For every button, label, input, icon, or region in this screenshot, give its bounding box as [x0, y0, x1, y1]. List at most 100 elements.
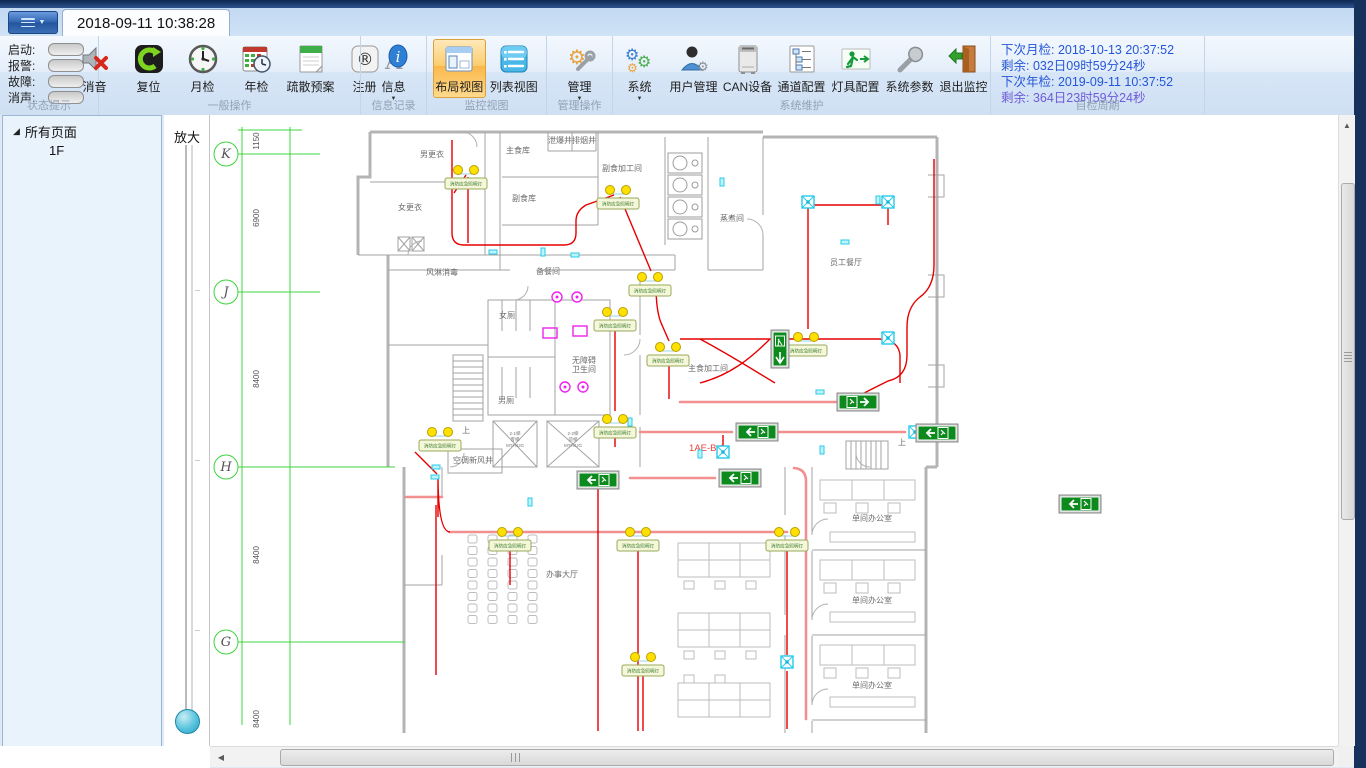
annual-check-button[interactable]: 年检: [231, 39, 283, 98]
group-label: 自检周期: [991, 97, 1204, 113]
emergency-lamp[interactable]: 消防应急照明灯: [647, 343, 689, 367]
ceiling-light[interactable]: [802, 196, 814, 208]
vertical-scroll-thumb[interactable]: [1341, 183, 1355, 520]
ceiling-light[interactable]: [781, 656, 793, 668]
chair: [508, 604, 517, 612]
office-chair: [888, 583, 900, 593]
office-chair: [856, 668, 868, 678]
wall-light[interactable]: [489, 250, 497, 254]
emergency-lamp[interactable]: 消防应急照明灯: [622, 653, 664, 677]
elevator-label: 货梯: [569, 436, 578, 443]
room-label: 男更衣: [420, 149, 444, 159]
zoom-panel: 放大 缩小: [164, 115, 210, 768]
exit-sign[interactable]: [771, 330, 789, 368]
tree-node-1f[interactable]: 1F: [3, 141, 161, 158]
scroll-up-icon[interactable]: ▲: [1339, 117, 1355, 133]
list-view-button[interactable]: 列表视图: [488, 39, 541, 98]
lamp-label: 消防应急照明灯: [622, 543, 655, 550]
zoom-in-label: 放大: [164, 127, 210, 146]
wall-light[interactable]: [541, 248, 545, 256]
lamp-label: 消防应急照明灯: [790, 348, 823, 355]
user-manage-icon: ⚙: [677, 42, 711, 76]
chair: [488, 616, 497, 624]
tree-node-all-pages[interactable]: ◢ 所有页面: [3, 116, 161, 141]
wall-light[interactable]: [698, 450, 702, 458]
wall-light[interactable]: [528, 498, 532, 506]
layout-view-icon: [442, 42, 476, 76]
chair: [468, 558, 477, 566]
document-tab[interactable]: 2018-09-11 10:38:28: [62, 9, 230, 37]
user-manage-button[interactable]: ⚙ 用户管理: [668, 39, 720, 98]
zoom-slider-track[interactable]: [185, 145, 193, 713]
annual-check-icon: [240, 42, 274, 76]
lamp-label: 消防应急照明灯: [652, 358, 685, 365]
chair: [488, 581, 497, 589]
wall-light[interactable]: [571, 253, 579, 257]
wall-light[interactable]: [431, 475, 439, 479]
group-label: 信息记录: [361, 97, 426, 113]
emergency-lamp[interactable]: 消防应急照明灯: [785, 333, 827, 357]
reset-button[interactable]: 复位: [123, 39, 175, 98]
evacuation-plan-icon: [294, 42, 328, 76]
emergency-lamp[interactable]: 消防应急照明灯: [445, 166, 487, 190]
horizontal-scrollbar[interactable]: ◀: [210, 746, 1354, 767]
tree-node-label: 所有页面: [25, 122, 77, 141]
vertical-scrollbar[interactable]: ▲: [1338, 115, 1355, 746]
wall-light[interactable]: [841, 240, 849, 244]
svg-text:⚙: ⚙: [697, 60, 709, 75]
floorplan-canvas[interactable]: KJHG11506900840084008400 男更衣女更衣主食库副食库泄爆井…: [210, 115, 1338, 746]
emergency-lamp[interactable]: 消防应急照明灯: [419, 428, 461, 452]
emergency-lamp[interactable]: 消防应急照明灯: [597, 186, 639, 210]
exit-sign[interactable]: [719, 469, 761, 487]
lamp-config-button[interactable]: 灯具配置: [830, 39, 882, 98]
office-desk: [852, 560, 884, 580]
window-title-strip: [0, 0, 1354, 8]
can-device-button[interactable]: CAN设备: [722, 39, 774, 98]
app-window: ▼ 2018-09-11 10:38:28 启动: 报警: 故障: 消声: 状态…: [0, 0, 1354, 768]
ceiling-light[interactable]: [717, 446, 729, 458]
group-label: 一般操作: [99, 97, 360, 113]
horizontal-scroll-thumb[interactable]: [280, 749, 1334, 766]
evacuation-plan-button[interactable]: 疏散预案: [285, 39, 337, 98]
app-menu-button[interactable]: ▼: [8, 11, 58, 34]
tree-expander-icon[interactable]: ◢: [13, 126, 20, 137]
svg-text:⚙: ⚙: [627, 61, 638, 75]
monthly-check-button[interactable]: 月检: [177, 39, 229, 98]
system-params-button[interactable]: 系统参数: [884, 39, 936, 98]
office-side-table: [830, 532, 915, 542]
exit-sign[interactable]: [1059, 495, 1101, 513]
cycle-line: 下次年检: 2019-09-11 10:37:52: [1001, 74, 1194, 90]
magenta-fixture: [572, 292, 582, 302]
wall-light[interactable]: [628, 418, 632, 426]
room-label: 女更衣: [398, 202, 422, 212]
zoom-slider-knob[interactable]: [175, 709, 200, 734]
emergency-lamp[interactable]: 消防应急照明灯: [594, 308, 636, 332]
wall-light[interactable]: [820, 446, 824, 454]
manage-button[interactable]: ⚙ 管理 ▼: [554, 39, 606, 105]
exit-sign[interactable]: [916, 424, 958, 442]
wall-light[interactable]: [816, 390, 824, 394]
group-cycle: 下次月检: 2018-10-13 20:37:52剩余: 032日09时59分2…: [990, 36, 1204, 115]
system-button[interactable]: ⚙⚙⚙ 系统 ▼: [614, 39, 666, 105]
info-button[interactable]: Ai 信息 ▼: [368, 39, 420, 105]
exit-sign[interactable]: [837, 393, 879, 411]
wall-light[interactable]: [432, 465, 440, 469]
room-label: 排烟井: [572, 135, 596, 145]
elevator-label: 2-1梯: [509, 430, 521, 437]
exit-monitor-button[interactable]: 退出监控: [938, 39, 990, 98]
wall-light[interactable]: [876, 196, 880, 204]
chair: [468, 570, 477, 578]
office-desk: [852, 645, 884, 665]
exit-sign[interactable]: [577, 471, 619, 489]
channel-config-button[interactable]: 通道配置: [776, 39, 828, 98]
wall-light[interactable]: [720, 178, 724, 186]
exit-sign[interactable]: [736, 423, 778, 441]
ceiling-light[interactable]: [882, 332, 894, 344]
chair: [508, 616, 517, 624]
layout-view-button[interactable]: 布局视图: [433, 39, 486, 98]
mute-button[interactable]: 消音: [69, 39, 121, 98]
group-records: Ai 信息 ▼ 信息记录: [360, 36, 426, 115]
emergency-lamp[interactable]: 消防应急照明灯: [629, 273, 671, 297]
scroll-left-icon[interactable]: ◀: [212, 747, 230, 767]
ceiling-light[interactable]: [882, 196, 894, 208]
